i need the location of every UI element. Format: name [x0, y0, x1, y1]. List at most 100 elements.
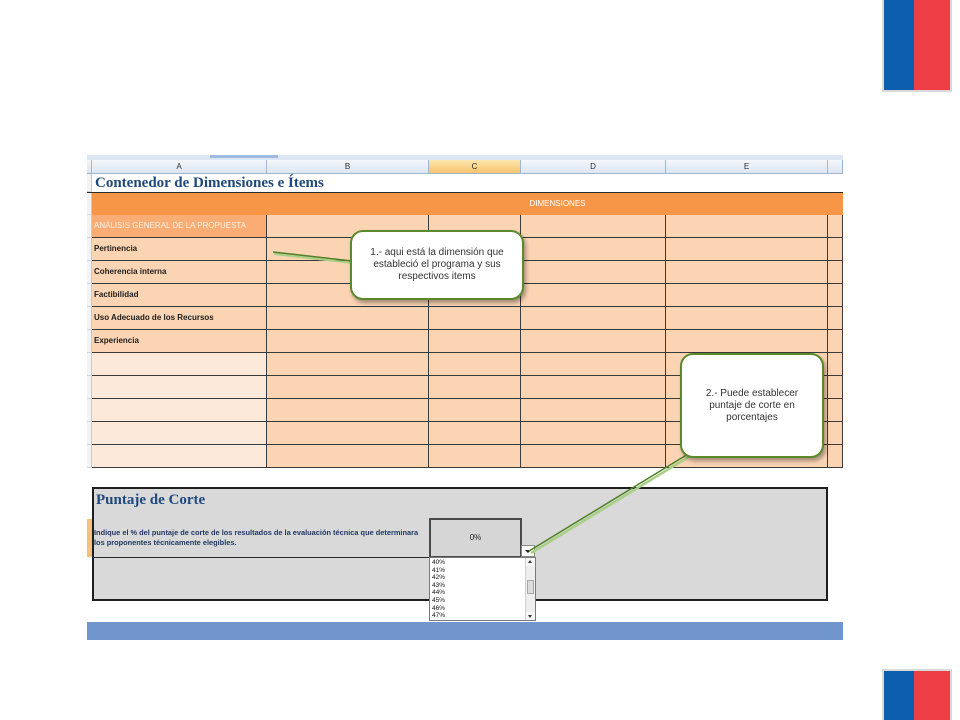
row-label[interactable]: Pertinencia	[92, 238, 267, 261]
grid-cell[interactable]	[521, 445, 666, 468]
grid-cell[interactable]	[429, 353, 521, 376]
grid-cell[interactable]	[521, 238, 666, 261]
row-label[interactable]: Coherencia interna	[92, 261, 267, 284]
scroll-down-button[interactable]	[526, 612, 535, 620]
grid-cell[interactable]	[92, 422, 267, 445]
grid-cell[interactable]	[521, 261, 666, 284]
cutoff-instruction-cell[interactable]: Indique el % del puntaje de corte de los…	[92, 519, 429, 558]
callout-cutoff: 2.- Puede establecer puntaje de corte en…	[680, 353, 824, 458]
grid-cell[interactable]	[521, 307, 666, 330]
column-header-d[interactable]: D	[521, 160, 666, 173]
chevron-down-icon	[528, 615, 532, 618]
flag-decoration-top	[882, 0, 952, 92]
grid-cell[interactable]	[267, 307, 429, 330]
flag-blue-stripe	[884, 0, 914, 90]
grid-cell[interactable]	[429, 422, 521, 445]
grid-cell[interactable]	[828, 445, 843, 468]
cutoff-value-cell[interactable]: 0%	[429, 518, 522, 558]
grid-cell[interactable]	[267, 353, 429, 376]
grid-cell[interactable]	[828, 307, 843, 330]
dimensions-header-row: DIMENSIONES	[87, 193, 843, 215]
dropdown-option[interactable]: 42%	[430, 574, 525, 582]
grid-cell[interactable]	[828, 284, 843, 307]
status-bar	[87, 622, 843, 640]
grid-cell[interactable]	[666, 284, 828, 307]
grid-cell[interactable]	[92, 193, 267, 215]
scroll-thumb[interactable]	[527, 580, 534, 594]
grid-cell[interactable]	[828, 353, 843, 376]
callout-text: 2.- Puede establecer puntaje de corte en…	[705, 387, 799, 423]
grid-cell[interactable]	[828, 261, 843, 284]
grid-cell[interactable]	[521, 376, 666, 399]
grid-cell[interactable]	[429, 445, 521, 468]
grid-cell[interactable]	[267, 399, 429, 422]
grid-cell[interactable]	[828, 422, 843, 445]
cutoff-instruction: Indique el % del puntaje de corte de los…	[94, 528, 419, 547]
row-label[interactable]: Uso Adecuado de los Recursos	[92, 307, 267, 330]
chevron-down-icon	[525, 550, 531, 553]
grid-cell[interactable]	[92, 353, 267, 376]
dimensions-header[interactable]: DIMENSIONES	[267, 193, 843, 215]
dropdown-option[interactable]: 43%	[430, 582, 525, 590]
column-header-row: A B C D E	[87, 160, 843, 174]
grid-cell[interactable]	[666, 261, 828, 284]
column-header-c[interactable]: C	[429, 160, 521, 173]
column-header-e[interactable]: E	[666, 160, 828, 173]
grid-cell[interactable]	[828, 215, 843, 238]
grid-cell[interactable]	[267, 422, 429, 445]
grid-cell[interactable]	[92, 445, 267, 468]
grid-cell[interactable]	[267, 445, 429, 468]
grid-cell[interactable]	[521, 353, 666, 376]
formula-bar-segment	[210, 155, 278, 158]
dropdown-option[interactable]: 46%	[430, 605, 525, 613]
grid-cell[interactable]	[429, 376, 521, 399]
dropdown-option[interactable]: 47%	[430, 612, 525, 620]
grid-cell[interactable]	[429, 307, 521, 330]
column-header-b[interactable]: B	[267, 160, 429, 173]
grid-cell[interactable]	[521, 330, 666, 353]
column-header-f[interactable]	[828, 160, 843, 173]
cutoff-dropdown-button[interactable]	[521, 545, 535, 557]
grid-cell[interactable]	[267, 376, 429, 399]
grid-cell[interactable]	[267, 330, 429, 353]
flag-blue-stripe	[884, 671, 914, 720]
callout-text: 1.- aqui está la dimensión que estableci…	[370, 247, 504, 282]
callout-dimensions: 1.- aqui está la dimensión que estableci…	[350, 230, 524, 300]
section-label[interactable]: ANÁLISIS GENERAL DE LA PROPUESTA	[92, 215, 267, 238]
grid-cell[interactable]	[666, 238, 828, 261]
grid-cell[interactable]	[666, 307, 828, 330]
grid-cell[interactable]	[666, 215, 828, 238]
flag-red-stripe	[914, 671, 950, 720]
dropdown-option[interactable]: 40%	[430, 559, 525, 567]
grid-cell[interactable]	[828, 399, 843, 422]
chevron-up-icon	[528, 560, 532, 563]
cutoff-dropdown-list: 40% 41% 42% 43% 44% 45% 46% 47%	[429, 557, 536, 621]
row-label[interactable]: Factibilidad	[92, 284, 267, 307]
dropdown-option[interactable]: 44%	[430, 589, 525, 597]
flag-red-stripe	[914, 0, 950, 90]
title-row: Contenedor de Dimensiones e Ítems	[87, 174, 843, 193]
dimension-row: Uso Adecuado de los Recursos	[87, 307, 843, 330]
dropdown-option[interactable]: 41%	[430, 567, 525, 575]
grid-cell[interactable]	[429, 330, 521, 353]
grid-cell[interactable]	[666, 330, 828, 353]
sheet-title[interactable]: Contenedor de Dimensiones e Ítems	[92, 174, 843, 192]
grid-cell[interactable]	[521, 215, 666, 238]
grid-cell[interactable]	[828, 238, 843, 261]
scroll-up-button[interactable]	[526, 558, 535, 566]
dropdown-option[interactable]: 45%	[430, 597, 525, 605]
grid-cell[interactable]	[521, 422, 666, 445]
grid-cell[interactable]	[521, 284, 666, 307]
flag-decoration-bottom	[882, 669, 952, 720]
column-header-a[interactable]: A	[92, 160, 267, 173]
cutoff-title: Puntaje de Corte	[96, 492, 206, 508]
dropdown-scrollbar[interactable]	[525, 558, 535, 620]
dropdown-options: 40% 41% 42% 43% 44% 45% 46% 47%	[430, 559, 525, 620]
grid-cell[interactable]	[521, 399, 666, 422]
grid-cell[interactable]	[429, 399, 521, 422]
grid-cell[interactable]	[828, 376, 843, 399]
grid-cell[interactable]	[828, 330, 843, 353]
grid-cell[interactable]	[92, 399, 267, 422]
row-label[interactable]: Experiencia	[92, 330, 267, 353]
grid-cell[interactable]	[92, 376, 267, 399]
